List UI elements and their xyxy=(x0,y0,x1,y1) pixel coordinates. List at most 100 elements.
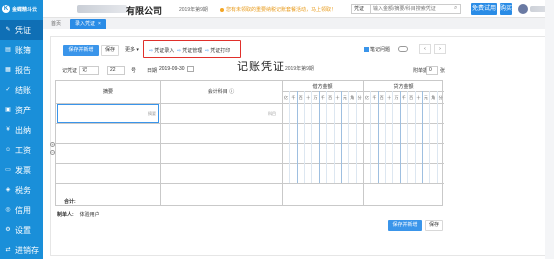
sidebar-item[interactable]: ▣ 资产 xyxy=(0,100,43,120)
right-edge xyxy=(545,0,554,259)
close-icon[interactable]: × xyxy=(98,21,101,27)
digit-divider xyxy=(385,91,387,183)
voucher-word-label: 记凭证 xyxy=(62,68,78,74)
sidebar-item-label: 出纳 xyxy=(15,125,31,135)
nav-icon: ▦ xyxy=(5,67,11,73)
row-divider xyxy=(56,183,444,184)
maker-label: 制单人: xyxy=(57,212,74,218)
column-header-subject: 会计科目 ⓘ xyxy=(160,88,282,95)
sidebar-item[interactable]: ▤ 账簿 xyxy=(0,40,43,60)
sidebar-item-label: 账簿 xyxy=(15,45,31,55)
search-icon[interactable]: ⌕ xyxy=(454,5,457,12)
next-voucher-button[interactable]: › xyxy=(434,44,446,54)
voucher-print-link[interactable]: ⇨凭证打印 xyxy=(205,47,230,54)
sidebar-item[interactable]: ◎ 信用 xyxy=(0,200,43,220)
promo-notice[interactable]: 您有未领取的重要纳税记账套餐活动，马上领取！ xyxy=(220,6,336,13)
digit-divider xyxy=(429,91,431,183)
help-icon[interactable]: ⓘ xyxy=(229,89,234,95)
sidebar-item[interactable]: ✎ 凭证 xyxy=(0,20,43,40)
sidebar-item[interactable]: ◈ 税务 xyxy=(0,180,43,200)
calendar-icon[interactable] xyxy=(187,66,194,72)
digit-divider xyxy=(326,91,328,183)
tab-voucher-entry-label: 录入凭证 xyxy=(75,21,96,27)
notes-toggle[interactable]: 笔记问题 xyxy=(364,46,390,53)
top-header: 有限公司 2019年第9期 您有未领取的重要纳税记账套餐活动，马上领取！ 凭证 … xyxy=(43,0,554,18)
avatar[interactable] xyxy=(518,4,528,14)
nav-icon: ▣ xyxy=(5,107,11,113)
prev-voucher-button[interactable]: ‹ xyxy=(419,44,431,54)
digit-divider xyxy=(304,91,306,183)
nav-icon: ▤ xyxy=(5,47,11,53)
sidebar-item[interactable]: ▦ 报告 xyxy=(0,60,43,80)
sidebar-item-label: 工资 xyxy=(15,145,31,155)
nav-icon: ◈ xyxy=(5,187,11,193)
nav-icon: ✓ xyxy=(5,87,11,93)
sidebar-item[interactable]: ☺ 工资 xyxy=(0,140,43,160)
digit-divider xyxy=(407,91,409,183)
digit-divider xyxy=(399,91,401,183)
digit-divider xyxy=(355,91,357,183)
remove-row-icon[interactable]: − xyxy=(50,150,55,155)
sidebar-item-label: 设置 xyxy=(15,225,31,235)
nav-icon: ⚙ xyxy=(5,227,11,233)
digit-divider xyxy=(421,91,423,183)
digit-divider xyxy=(333,91,335,183)
save-and-new-button[interactable]: 保存并新增 xyxy=(63,45,99,56)
voucher-word-select[interactable]: 记 xyxy=(79,66,99,75)
checkbox-icon xyxy=(364,47,369,53)
subject-placeholder: 科目 xyxy=(268,111,276,116)
footer-save-button[interactable]: 保存 xyxy=(425,220,443,231)
sidebar-item-label: 发票 xyxy=(15,165,31,175)
notes-toggle-label: 笔记问题 xyxy=(370,47,391,53)
tab-voucher-entry[interactable]: 录入凭证 × xyxy=(70,19,106,29)
sidebar-item[interactable]: ⇄ 进销存 xyxy=(0,240,43,259)
tab-bar: 首页 录入凭证 × xyxy=(43,18,554,29)
digit-divider xyxy=(436,91,438,183)
digit-divider xyxy=(377,91,379,183)
date-label: 日期 xyxy=(147,68,158,74)
voucher-manage-link[interactable]: ⇨凭证管理 xyxy=(177,47,202,54)
summary-input[interactable] xyxy=(57,104,159,123)
voucher-period: 2019年第9期 xyxy=(285,66,314,72)
save-button[interactable]: 保存 xyxy=(101,45,119,56)
free-trial-button[interactable]: 免费试用 xyxy=(471,3,497,15)
more-dropdown[interactable]: 更多 ▾ xyxy=(123,46,141,57)
digit-divider xyxy=(311,91,313,183)
toggle-icon[interactable] xyxy=(398,46,408,52)
digit-label: 分 xyxy=(438,95,443,100)
column-header-subject-label: 会计科目 xyxy=(207,89,228,95)
nav-icon: ✎ xyxy=(5,27,11,33)
column-header-summary: 摘要 xyxy=(102,89,113,95)
sidebar-item-label: 进销存 xyxy=(15,245,39,255)
nav-icon: ◎ xyxy=(5,207,11,213)
digit-divider xyxy=(340,91,342,183)
voucher-panel: 保存并新增 保存 更多 ▾ ⇨凭证录入 ⇨凭证管理 ⇨凭证打印 笔记问题 ‹ ›… xyxy=(50,36,548,256)
voucher-number-input[interactable]: 22 xyxy=(107,66,125,75)
digit-divider xyxy=(318,91,320,183)
tab-home[interactable]: 首页 xyxy=(46,19,66,29)
nav-icon: ¥ xyxy=(6,127,10,133)
attachment-count-input[interactable]: 0 xyxy=(426,66,438,75)
footer-save-and-new-button[interactable]: 保存并新增 xyxy=(388,220,422,231)
logo-text: 金蝶精斗云 xyxy=(12,6,38,13)
buy-button[interactable]: 购买 xyxy=(500,3,512,15)
search-type-select[interactable]: 凭证 xyxy=(351,4,371,14)
notice-dot-icon xyxy=(220,7,224,12)
sidebar-item[interactable]: ▭ 发票 xyxy=(0,160,43,180)
row-divider xyxy=(282,91,444,92)
date-input[interactable]: 2019-09-30 xyxy=(157,66,187,75)
add-row-icon[interactable]: + xyxy=(50,142,55,147)
company-name-redacted xyxy=(77,5,127,13)
voucher-entry-table: + − 摘要 会计科目 ⓘ 借方金额 贷方金额 亿千百十万千百十元角分亿千百十万… xyxy=(50,80,444,206)
search-input[interactable] xyxy=(371,4,461,14)
sidebar-item[interactable]: ⚙ 设置 xyxy=(0,220,43,240)
attachment-unit: 张 xyxy=(440,68,446,74)
sidebar-item-label: 信用 xyxy=(15,205,31,215)
arrow-right-icon: ⇨ xyxy=(205,48,210,54)
sidebar-item[interactable]: ¥ 出纳 xyxy=(0,120,43,140)
app-logo[interactable]: K 金蝶精斗云 xyxy=(0,0,43,18)
sidebar-item[interactable]: ✓ 结账 xyxy=(0,80,43,100)
digit-divider xyxy=(392,91,394,183)
number-unit: 号 xyxy=(131,68,137,74)
voucher-entry-link[interactable]: ⇨凭证录入 xyxy=(149,47,174,54)
